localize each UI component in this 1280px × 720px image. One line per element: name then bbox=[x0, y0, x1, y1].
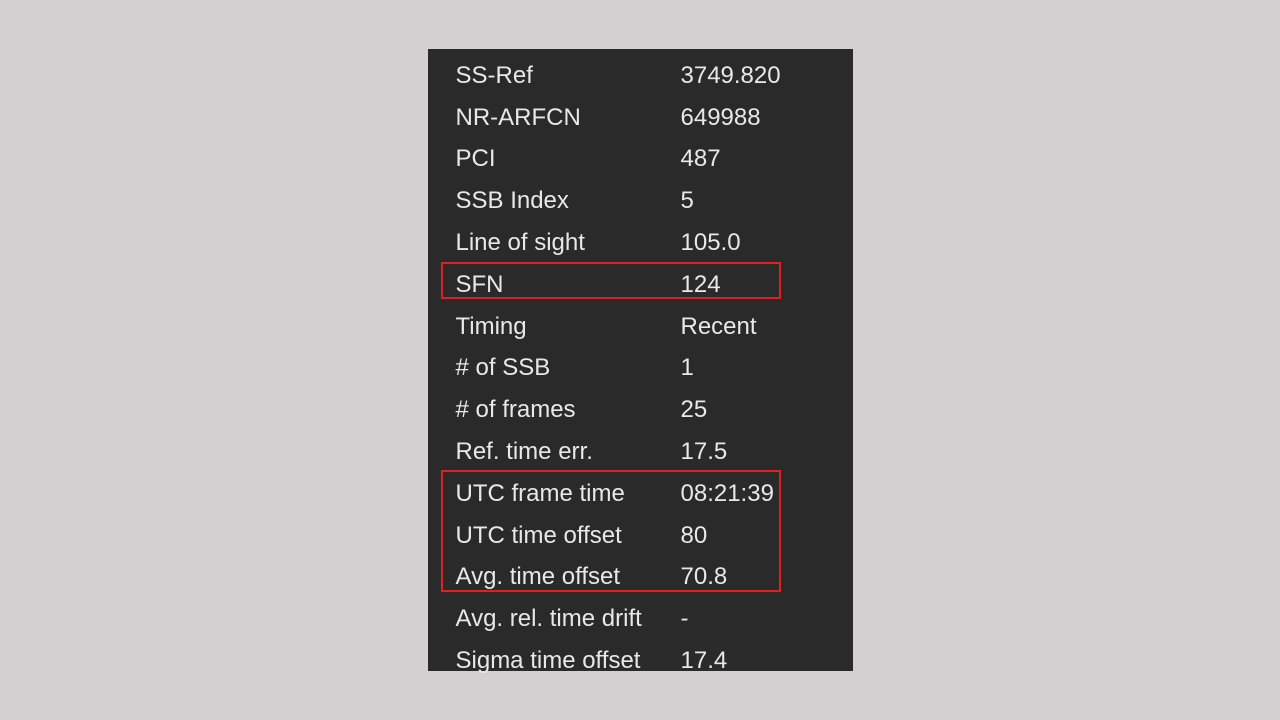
label-line-of-sight: Line of sight bbox=[428, 229, 681, 257]
row-sigma-time-offset: Sigma time offset 17.4 bbox=[428, 640, 853, 682]
label-ref-time-err: Ref. time err. bbox=[428, 438, 681, 466]
label-avg-time-offset: Avg. time offset bbox=[428, 563, 681, 591]
value-utc-time-offset: 80 bbox=[681, 522, 853, 550]
value-utc-frame-time: 08:21:39 bbox=[681, 480, 853, 508]
row-ref-time-err: Ref. time err. 17.5 bbox=[428, 431, 853, 473]
label-sfn: SFN bbox=[428, 271, 681, 299]
value-ssb-index: 5 bbox=[681, 187, 853, 215]
value-nr-arfcn: 649988 bbox=[681, 104, 853, 132]
value-sfn: 124 bbox=[681, 271, 853, 299]
value-num-frames: 25 bbox=[681, 396, 853, 424]
row-pci: PCI 487 bbox=[428, 139, 853, 181]
row-ss-ref: SS-Ref 3749.820 bbox=[428, 55, 853, 97]
value-ss-ref: 3749.820 bbox=[681, 62, 853, 90]
row-num-frames: # of frames 25 bbox=[428, 389, 853, 431]
row-sfn: SFN 124 bbox=[428, 264, 853, 306]
row-ssb-index: SSB Index 5 bbox=[428, 180, 853, 222]
label-pci: PCI bbox=[428, 145, 681, 173]
row-line-of-sight: Line of sight 105.0 bbox=[428, 222, 853, 264]
value-line-of-sight: 105.0 bbox=[681, 229, 853, 257]
label-timing: Timing bbox=[428, 313, 681, 341]
value-avg-time-offset: 70.8 bbox=[681, 563, 853, 591]
value-avg-rel-time-drift: - bbox=[681, 605, 853, 633]
row-utc-frame-time: UTC frame time 08:21:39 bbox=[428, 473, 853, 515]
data-panel: SS-Ref 3749.820 NR-ARFCN 649988 PCI 487 … bbox=[428, 49, 853, 671]
value-sigma-time-offset: 17.4 bbox=[681, 647, 853, 675]
label-utc-frame-time: UTC frame time bbox=[428, 480, 681, 508]
row-avg-time-offset: Avg. time offset 70.8 bbox=[428, 557, 853, 599]
value-pci: 487 bbox=[681, 145, 853, 173]
row-utc-time-offset: UTC time offset 80 bbox=[428, 515, 853, 557]
label-avg-rel-time-drift: Avg. rel. time drift bbox=[428, 605, 681, 633]
value-num-ssb: 1 bbox=[681, 354, 853, 382]
label-ssb-index: SSB Index bbox=[428, 187, 681, 215]
row-nr-arfcn: NR-ARFCN 649988 bbox=[428, 97, 853, 139]
value-ref-time-err: 17.5 bbox=[681, 438, 853, 466]
label-nr-arfcn: NR-ARFCN bbox=[428, 104, 681, 132]
label-sigma-time-offset: Sigma time offset bbox=[428, 647, 681, 675]
label-num-ssb: # of SSB bbox=[428, 354, 681, 382]
row-timing: Timing Recent bbox=[428, 306, 853, 348]
label-num-frames: # of frames bbox=[428, 396, 681, 424]
label-utc-time-offset: UTC time offset bbox=[428, 522, 681, 550]
label-ss-ref: SS-Ref bbox=[428, 62, 681, 90]
value-timing: Recent bbox=[681, 313, 853, 341]
row-num-ssb: # of SSB 1 bbox=[428, 348, 853, 390]
row-avg-rel-time-drift: Avg. rel. time drift - bbox=[428, 598, 853, 640]
